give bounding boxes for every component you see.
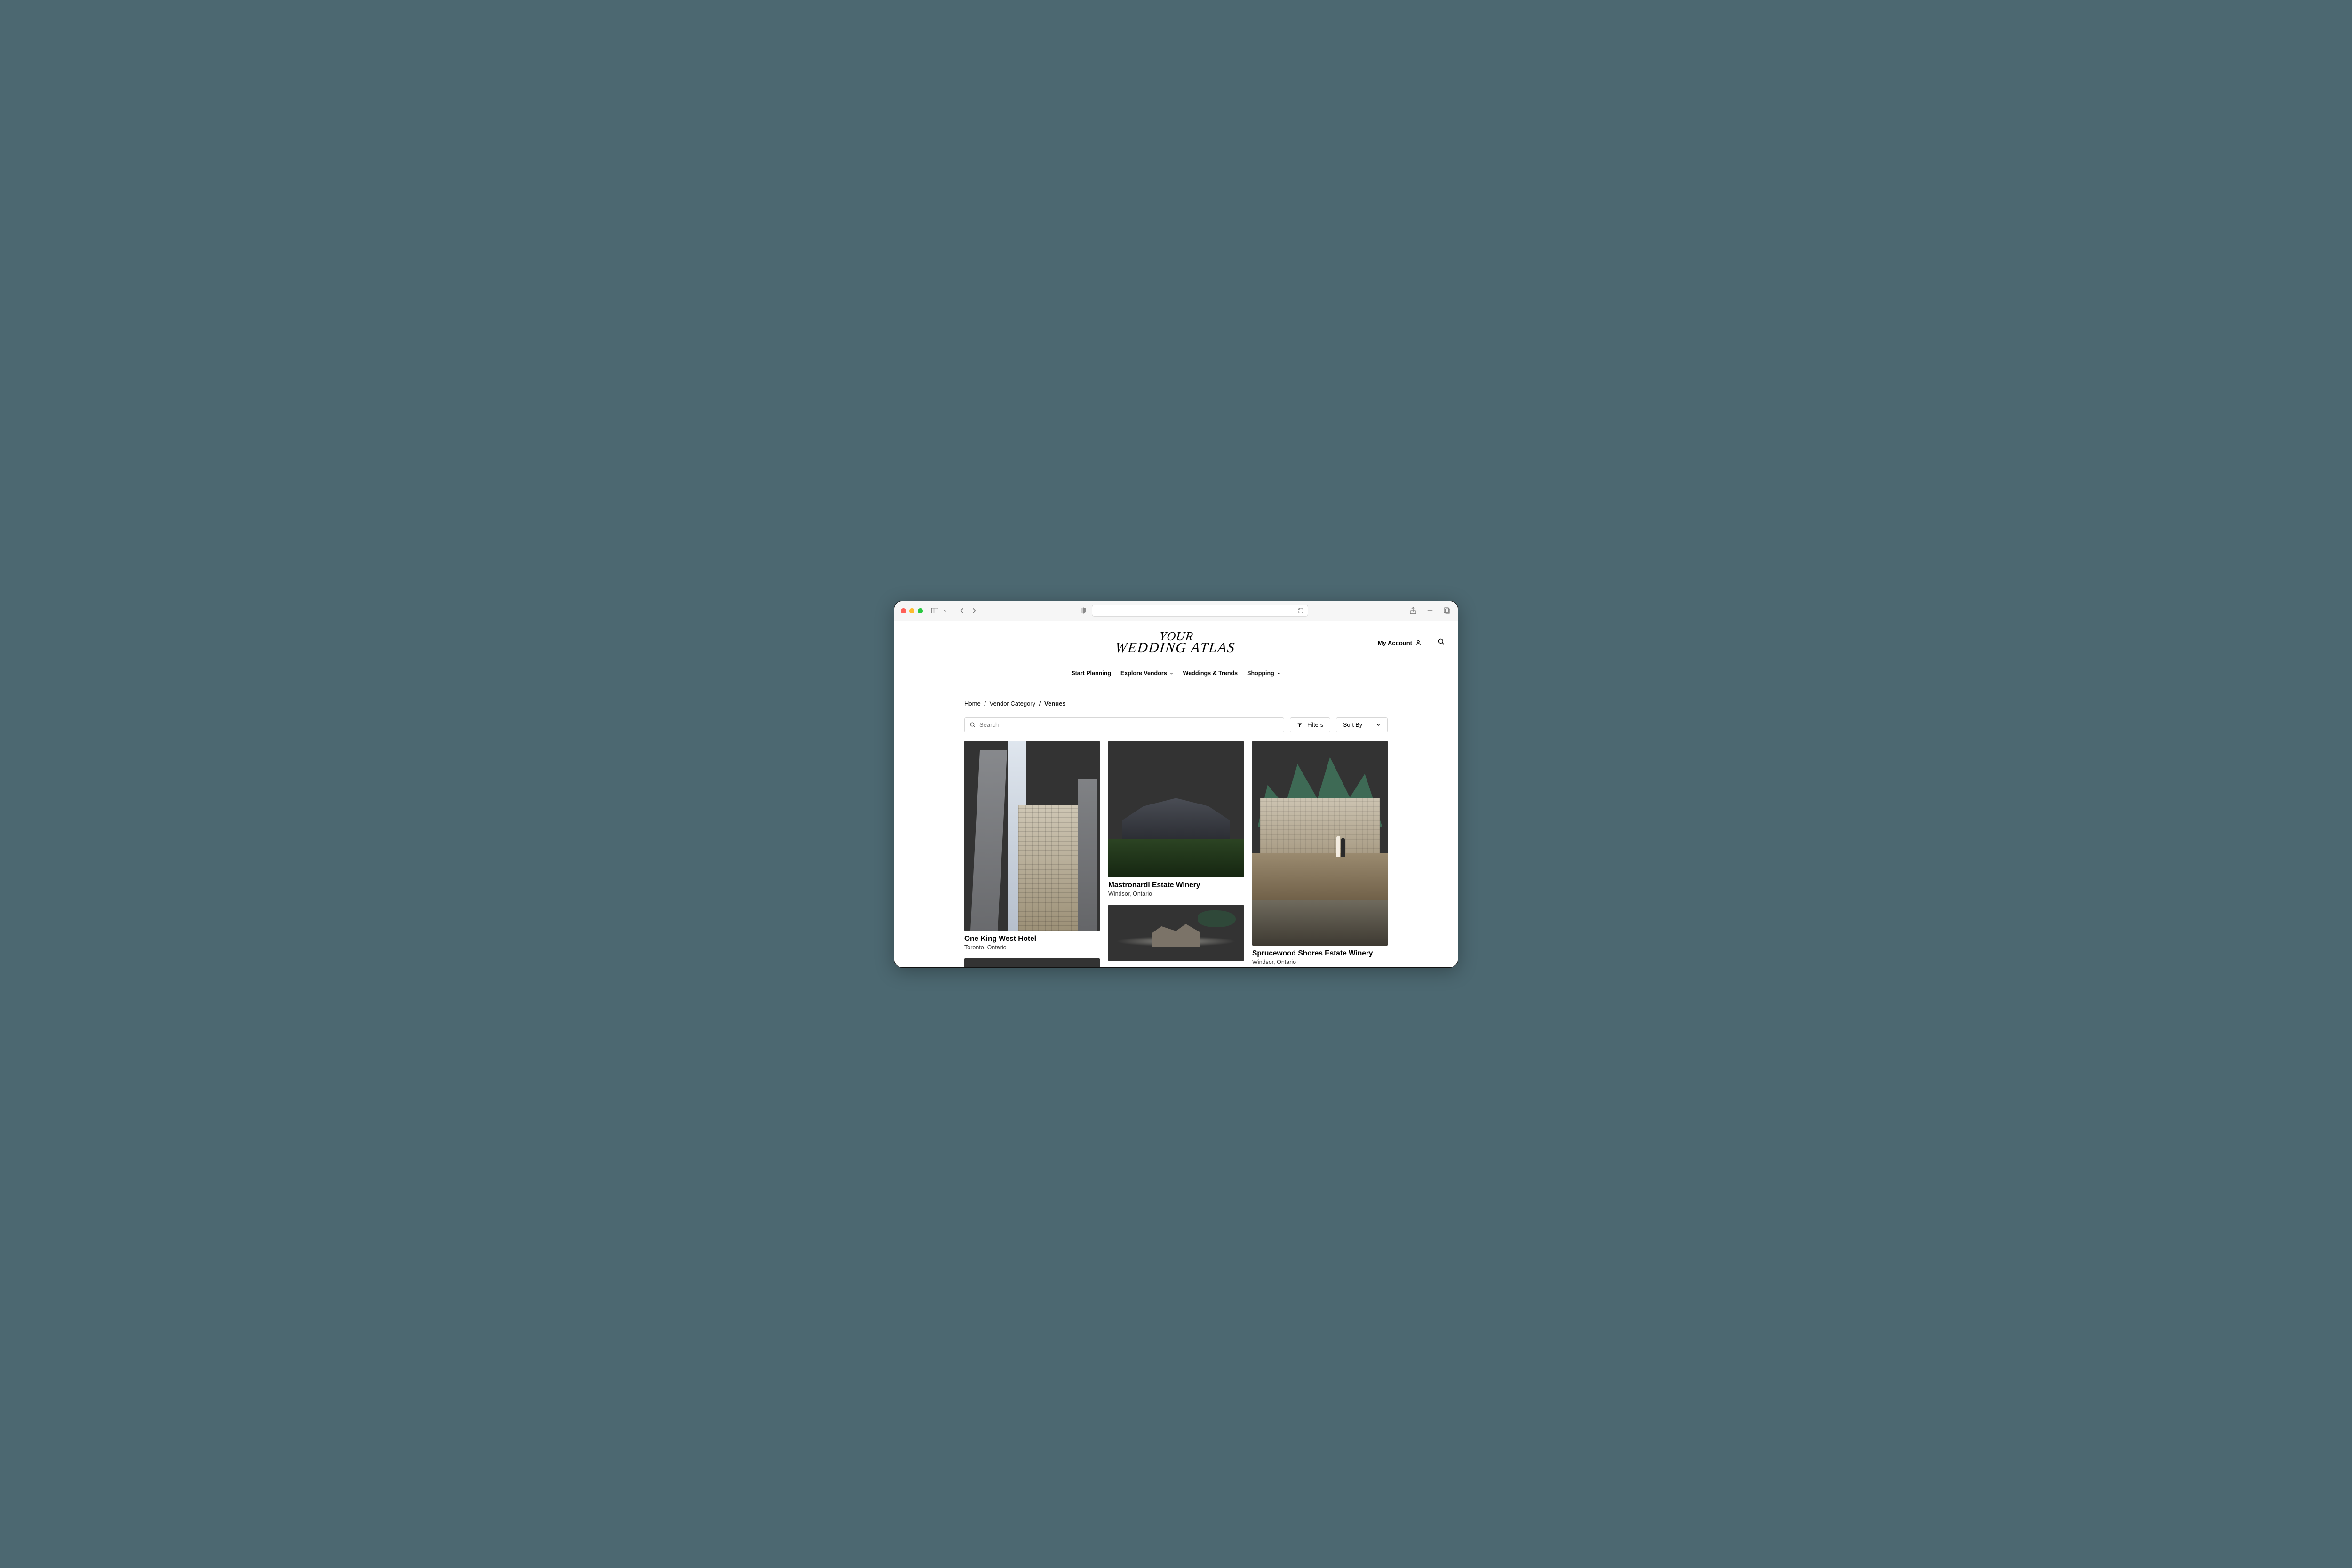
venue-image (964, 958, 1100, 967)
venue-name: Mastronardi Estate Winery (1108, 881, 1244, 890)
breadcrumb-home[interactable]: Home (964, 700, 981, 707)
privacy-shield-icon[interactable] (1080, 607, 1087, 614)
traffic-lights (901, 608, 923, 613)
nav-forward-icon[interactable] (970, 606, 978, 615)
share-icon[interactable] (1409, 606, 1417, 615)
nav-label: Explore Vendors (1120, 670, 1167, 677)
grid-column: Sprucewood Shores Estate Winery Windsor,… (1252, 741, 1388, 967)
venue-image (964, 741, 1100, 931)
nav-start-planning[interactable]: Start Planning (1071, 670, 1111, 677)
user-icon (1415, 639, 1422, 646)
site-logo[interactable]: YOUR WEDDING ATLAS (1116, 631, 1236, 654)
main-container: Home / Vendor Category / Venues Filters … (964, 682, 1388, 967)
venue-card-one-king-west[interactable]: One King West Hotel Toronto, Ontario (964, 741, 1100, 951)
venue-location: Windsor, Ontario (1252, 959, 1388, 965)
breadcrumb: Home / Vendor Category / Venues (964, 700, 1388, 707)
browser-window: YOUR WEDDING ATLAS My Account Start Plan… (894, 601, 1458, 968)
search-icon (1438, 638, 1445, 645)
chevron-down-icon (1169, 671, 1174, 676)
grid-column: One King West Hotel Toronto, Ontario (964, 741, 1100, 967)
venue-location: Windsor, Ontario (1108, 891, 1244, 897)
header-search-button[interactable] (1438, 638, 1445, 647)
sidebar-icon[interactable] (930, 606, 939, 615)
my-account-label: My Account (1378, 639, 1412, 646)
nav-explore-vendors[interactable]: Explore Vendors (1120, 670, 1174, 677)
venue-image (1108, 741, 1244, 877)
nav-back-icon[interactable] (958, 606, 966, 615)
filters-button[interactable]: Filters (1290, 717, 1330, 732)
search-input[interactable] (979, 721, 1279, 728)
nav-label: Start Planning (1071, 670, 1111, 677)
browser-toolbar (894, 601, 1458, 621)
venue-name: One King West Hotel (964, 935, 1100, 944)
site-header: YOUR WEDDING ATLAS My Account (894, 621, 1458, 665)
venue-location: Toronto, Ontario (964, 944, 1100, 951)
nav-shopping[interactable]: Shopping (1247, 670, 1281, 677)
address-bar[interactable] (1092, 605, 1308, 617)
reload-icon[interactable] (1297, 607, 1304, 614)
window-zoom[interactable] (918, 608, 923, 613)
breadcrumb-category[interactable]: Vendor Category (990, 700, 1036, 707)
nav-weddings-trends[interactable]: Weddings & Trends (1183, 670, 1238, 677)
search-box[interactable] (964, 717, 1284, 732)
sort-label: Sort By (1343, 722, 1362, 728)
window-minimize[interactable] (909, 608, 914, 613)
chevron-down-icon (1376, 723, 1381, 727)
filters-label: Filters (1307, 722, 1323, 728)
nav-label: Shopping (1247, 670, 1274, 677)
venue-grid: One King West Hotel Toronto, Ontario (964, 741, 1388, 967)
venue-card-mastronardi[interactable]: Mastronardi Estate Winery Windsor, Ontar… (1108, 741, 1244, 898)
sort-button[interactable]: Sort By (1336, 717, 1388, 732)
venue-image (1252, 741, 1388, 946)
venue-name: Sprucewood Shores Estate Winery (1252, 949, 1388, 958)
new-tab-icon[interactable] (1426, 606, 1434, 615)
chevron-down-icon (1277, 671, 1281, 676)
breadcrumb-current: Venues (1044, 700, 1066, 707)
filter-icon (1297, 722, 1303, 728)
page-viewport: YOUR WEDDING ATLAS My Account Start Plan… (894, 621, 1458, 967)
search-icon (969, 722, 976, 728)
primary-nav: Start Planning Explore Vendors Weddings … (894, 665, 1458, 682)
venue-card-golf-partial[interactable] (1108, 905, 1244, 961)
chevron-down-icon[interactable] (943, 606, 947, 615)
venue-image (1108, 905, 1244, 961)
grid-column: Mastronardi Estate Winery Windsor, Ontar… (1108, 741, 1244, 967)
filter-row: Filters Sort By (964, 717, 1388, 732)
my-account-link[interactable]: My Account (1378, 639, 1422, 646)
nav-label: Weddings & Trends (1183, 670, 1238, 677)
logo-line-2: WEDDING ATLAS (1115, 642, 1236, 654)
venue-card-partial[interactable] (964, 958, 1100, 967)
breadcrumb-separator: / (984, 700, 986, 707)
window-close[interactable] (901, 608, 906, 613)
tabs-overview-icon[interactable] (1443, 606, 1451, 615)
venue-card-sprucewood[interactable]: Sprucewood Shores Estate Winery Windsor,… (1252, 741, 1388, 966)
breadcrumb-separator: / (1039, 700, 1041, 707)
